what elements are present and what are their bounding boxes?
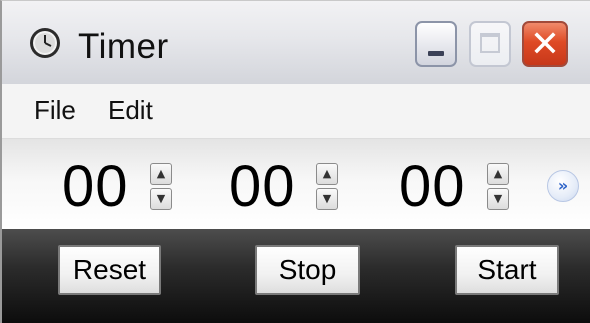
hours-value[interactable]: 00 [62, 153, 129, 220]
start-button[interactable]: Start [455, 245, 559, 295]
seconds-spinner: ▲ ▼ [487, 163, 509, 211]
hours-up-arrow-icon[interactable]: ▲ [150, 163, 172, 185]
menu-bar: File Edit [2, 84, 590, 139]
timer-display: 00 ▲ ▼ 00 ▲ ▼ 00 ▲ ▼ » [2, 139, 590, 229]
expand-chevron-icon[interactable]: » [547, 170, 579, 202]
stop-button[interactable]: Stop [255, 245, 360, 295]
seconds-up-arrow-icon[interactable]: ▲ [487, 163, 509, 185]
menu-file[interactable]: File [34, 95, 76, 126]
minutes-up-arrow-icon[interactable]: ▲ [316, 163, 338, 185]
reset-button[interactable]: Reset [58, 245, 161, 295]
close-button[interactable]: ✕ [522, 21, 568, 67]
close-icon: ✕ [529, 24, 561, 65]
maximize-button[interactable] [469, 21, 511, 67]
minutes-value[interactable]: 00 [229, 153, 296, 220]
window-title: Timer [78, 27, 169, 66]
seconds-value[interactable]: 00 [399, 153, 466, 220]
minutes-down-arrow-icon[interactable]: ▼ [316, 188, 338, 210]
timer-window: Timer ✕ File Edit 00 ▲ ▼ 00 ▲ ▼ 00 ▲ ▼ »… [0, 0, 590, 323]
clock-icon [30, 28, 60, 58]
hours-spinner: ▲ ▼ [150, 163, 172, 211]
title-bar[interactable]: Timer ✕ [2, 1, 590, 84]
control-panel: Reset Stop Start [2, 229, 590, 323]
minimize-button[interactable] [415, 21, 457, 67]
seconds-down-arrow-icon[interactable]: ▼ [487, 188, 509, 210]
menu-edit[interactable]: Edit [108, 95, 153, 126]
minutes-spinner: ▲ ▼ [316, 163, 338, 211]
hours-down-arrow-icon[interactable]: ▼ [150, 188, 172, 210]
